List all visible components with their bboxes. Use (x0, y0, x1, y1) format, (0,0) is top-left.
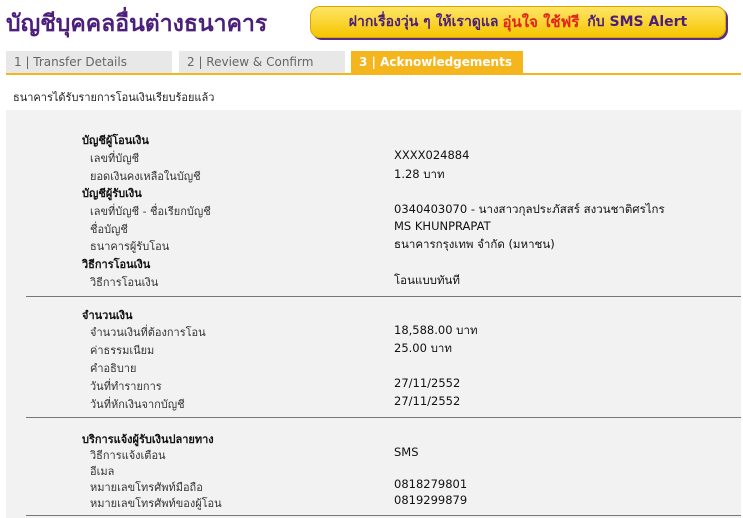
section-divider (26, 417, 741, 418)
status-message: ธนาคารได้รับรายการโอนเงินเรียบร้อยแล้ว (13, 91, 215, 104)
promo-highlight: อุ่นใจ ใช้ฟรี (502, 13, 580, 31)
description-label: คำอธิบาย (90, 362, 137, 375)
transaction-date-label: วันที่ทำรายการ (90, 380, 162, 393)
from-account-heading: บัญชีผู้โอนเงิน (82, 134, 149, 147)
transfer-method-label: วิธีการโอนเงิน (90, 276, 159, 289)
tab-transfer-details[interactable]: 1 | Transfer Details (6, 51, 172, 73)
to-account-value: 0340403070 - นางสาวกุลประภัสสร์ สงวนชาติ… (394, 202, 665, 216)
section-divider (26, 515, 741, 516)
amount-heading: จำนวนเงิน (82, 309, 133, 322)
transfer-method-value: โอนแบบทันที (394, 273, 460, 287)
to-account-heading: บัญชีผู้รับเงิน (82, 187, 142, 200)
receiving-bank-label: ธนาคารผู้รับโอน (90, 240, 170, 253)
balance-value: 1.28 บาท (394, 167, 445, 181)
debit-date-label: วันที่หักเงินจากบัญชี (90, 398, 185, 411)
from-account-no-label: เลขที่บัญชี (90, 152, 140, 165)
fee-label: ค่าธรรมเนียม (90, 344, 155, 357)
section-divider (26, 296, 741, 297)
receiving-bank-value: ธนาคารกรุงเทพ จำกัด (มหาชน) (394, 237, 555, 251)
balance-label: ยอดเงินคงเหลือในบัญชี (90, 170, 201, 183)
promo-text: ฝากเรื่องวุ่น ๆ ให้เราดูแล (348, 14, 499, 30)
amount-label: จำนวนเงินที่ต้องการโอน (90, 326, 206, 339)
account-name-label: ชื่อบัญชี (90, 223, 128, 236)
mobile-value: 0818279801 (394, 477, 468, 491)
acknowledgement-panel: บัญชีผู้โอนเงิน เลขที่บัญชี XXXX024884 ย… (6, 110, 741, 518)
promo-sms-text: กับ SMS Alert (587, 14, 688, 30)
tab-review-confirm[interactable]: 2 | Review & Confirm (179, 51, 345, 73)
notify-method-value: SMS (394, 445, 419, 459)
sms-alert-promo-banner[interactable]: ฝากเรื่องวุ่น ๆ ให้เราดูแล อุ่นใจ ใช้ฟรี… (310, 6, 726, 38)
amount-value: 18,588.00 บาท (394, 323, 478, 337)
transfer-method-heading: วิธีการโอนเงิน (82, 258, 151, 271)
from-account-no-value: XXXX024884 (394, 148, 470, 162)
step-tabs: 1 | Transfer Details 2 | Review & Confir… (6, 51, 741, 75)
account-name-value: MS KHUNPRAPAT (394, 219, 491, 233)
transaction-date-value: 27/11/2552 (394, 376, 461, 390)
page-title: บัญชีบุคคลอื่นต่างธนาคาร (6, 11, 268, 37)
to-account-label: เลขที่บัญชี - ชื่อเรียกบัญชี (90, 205, 211, 218)
sender-phone-value: 0819299879 (394, 493, 468, 507)
sender-phone-label: หมายเลขโทรศัพท์ของผู้โอน (90, 497, 222, 510)
tab-acknowledgements[interactable]: 3 | Acknowledgements (351, 51, 523, 73)
debit-date-value: 27/11/2552 (394, 394, 461, 408)
fee-value: 25.00 บาท (394, 341, 452, 355)
